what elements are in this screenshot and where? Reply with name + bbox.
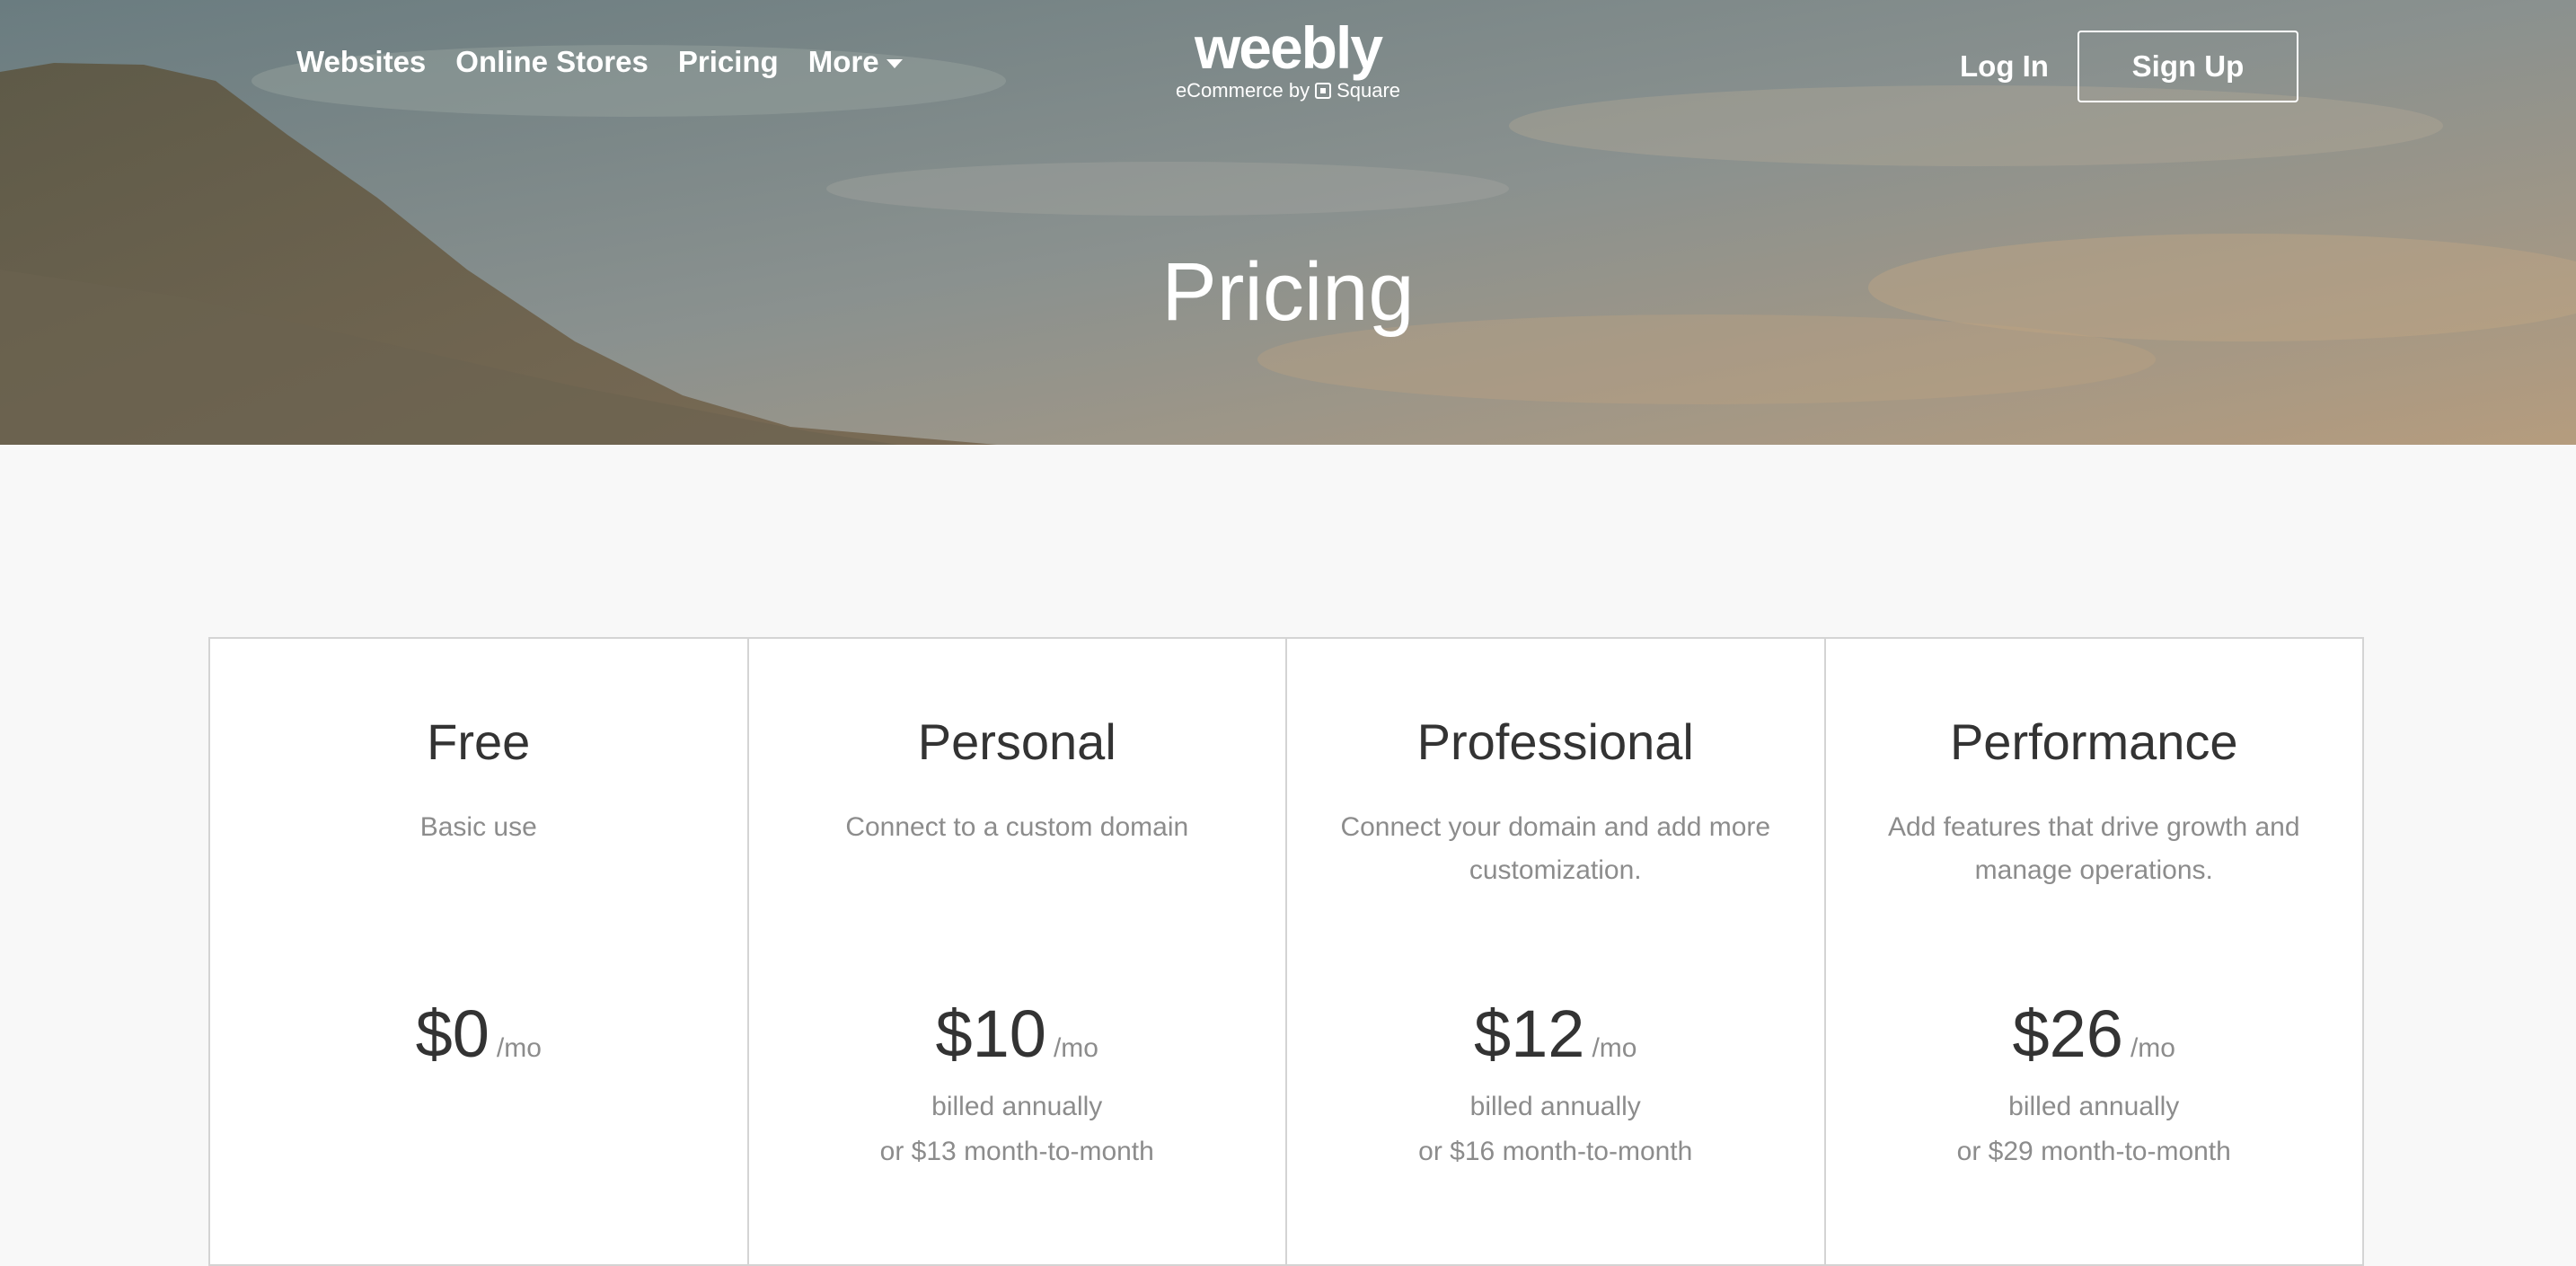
- signup-button[interactable]: Sign Up: [2077, 31, 2298, 102]
- plan-billing-monthly: or $29 month-to-month: [1956, 1137, 2231, 1166]
- plan-card-personal[interactable]: Personal Connect to a custom domain $10 …: [749, 639, 1287, 1264]
- login-link[interactable]: Log In: [1960, 49, 2049, 84]
- logo-tagline-suffix: Square: [1337, 79, 1401, 102]
- nav-more-label: More: [807, 45, 879, 78]
- plan-billing-monthly: or $16 month-to-month: [1418, 1137, 1693, 1166]
- hero-banner: Websites Online Stores Pricing More weeb…: [0, 0, 2576, 445]
- plan-price-period: /mo: [1592, 1033, 1637, 1063]
- plan-price-row: $26 /mo: [1826, 994, 2363, 1075]
- plan-price-period: /mo: [496, 1033, 542, 1063]
- nav-more-dropdown[interactable]: More: [808, 45, 903, 79]
- logo-tagline: eCommerce by Square: [1173, 79, 1403, 102]
- plan-card-free[interactable]: Free Basic use $0 /mo: [210, 639, 749, 1264]
- nav-websites[interactable]: Websites: [296, 45, 426, 79]
- plan-price-row: $0 /mo: [210, 994, 747, 1075]
- nav-pricing[interactable]: Pricing: [678, 45, 779, 79]
- plan-price: $12: [1474, 996, 1585, 1071]
- plan-billing-monthly: or $13 month-to-month: [879, 1137, 1154, 1166]
- plan-billing: billed annually or $29 month-to-month: [1826, 1085, 2363, 1174]
- auth-nav: Log In Sign Up: [1960, 31, 2298, 102]
- logo-wordmark: weebly: [1194, 14, 1383, 81]
- plan-description: Connect to a custom domain: [845, 812, 1189, 842]
- plan-name: Free: [427, 713, 531, 770]
- plan-price-row: $12 /mo: [1287, 994, 1824, 1075]
- plan-card-professional[interactable]: Professional Connect your domain and add…: [1287, 639, 1826, 1264]
- plan-billing-annual: billed annually: [1469, 1092, 1641, 1121]
- main-nav: Websites Online Stores Pricing More: [296, 45, 903, 79]
- plan-card-performance[interactable]: Performance Add features that drive grow…: [1826, 639, 2363, 1264]
- plan-name: Personal: [917, 713, 1116, 770]
- plan-billing: billed annually or $16 month-to-month: [1287, 1085, 1824, 1174]
- plan-name: Professional: [1416, 713, 1694, 770]
- plan-price: $0: [415, 996, 490, 1071]
- plan-price: $10: [935, 996, 1046, 1071]
- plan-price: $26: [2012, 996, 2123, 1071]
- weebly-logo[interactable]: weebly eCommerce by Square: [1173, 16, 1403, 102]
- page-title: Pricing: [1161, 246, 1415, 338]
- plan-price-row: $10 /mo: [749, 994, 1286, 1075]
- pricing-plans: Free Basic use $0 /mo Personal Connect t…: [208, 637, 2364, 1266]
- plan-description: Basic use: [419, 812, 537, 842]
- plan-description: Connect your domain and add more customi…: [1340, 812, 1771, 885]
- plan-price-period: /mo: [1053, 1033, 1098, 1063]
- logo-tagline-prefix: eCommerce by: [1175, 79, 1310, 102]
- plan-description: Add features that drive growth and manag…: [1887, 812, 2300, 885]
- plan-billing: billed annually or $13 month-to-month: [749, 1085, 1286, 1174]
- plan-billing-annual: billed annually: [931, 1092, 1103, 1121]
- plan-billing-annual: billed annually: [2008, 1092, 2180, 1121]
- plan-name: Performance: [1949, 713, 2238, 770]
- square-logo-icon: [1315, 83, 1332, 99]
- caret-down-icon: [886, 59, 903, 68]
- nav-online-stores[interactable]: Online Stores: [455, 45, 648, 79]
- plan-price-period: /mo: [2130, 1033, 2175, 1063]
